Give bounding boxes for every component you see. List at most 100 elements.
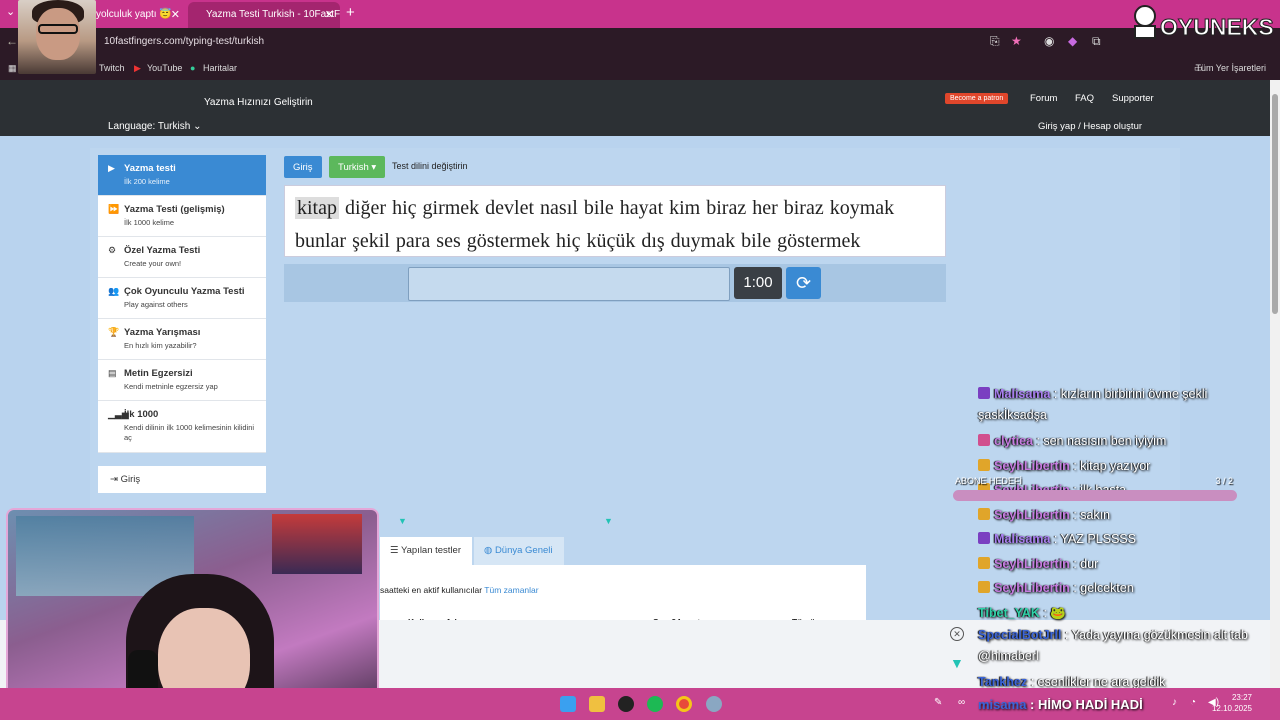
sidebar-item-multiplayer[interactable]: 👥 Çok Oyunculu Yazma Testi Play against … (98, 278, 266, 319)
patron-button[interactable]: Become a patron (945, 93, 1009, 104)
filter-icon: ▼ (398, 516, 407, 526)
scrollbar-thumb[interactable] (1272, 94, 1278, 314)
tab-tests-taken[interactable]: ☰ Yapılan testler (380, 537, 472, 565)
extension-icon[interactable]: ◉ (1044, 34, 1054, 48)
all-bookmarks[interactable]: Tüm Yer İşaretleri (1195, 63, 1266, 73)
apps-grid-icon[interactable]: ▦ (8, 63, 17, 74)
chat-username: SpecialBotJrll (978, 628, 1062, 642)
sidebar-login[interactable]: ⇥ Giriş (98, 466, 266, 493)
chat-text: : gelcekten (1069, 581, 1134, 595)
goal-progress-bar (953, 490, 1237, 501)
chat-username: Tankhez (978, 675, 1028, 689)
tab-list-button[interactable]: ⌄ (6, 5, 15, 18)
chat-message: SeyhLibertin : kitap yazıyor (978, 454, 1248, 479)
mascot-icon (1134, 5, 1156, 39)
sidebar-item-title: İlk 1000 (124, 409, 159, 420)
nav-forum[interactable]: Forum (1030, 93, 1057, 104)
settings-icon[interactable] (706, 696, 722, 712)
sidebar-item-typing-test[interactable]: ▶ Yazma testi İlk 200 kelime (98, 155, 266, 196)
spotify-icon[interactable] (647, 696, 663, 712)
sidebar-item-text-practice[interactable]: ▤ Metin Egzersizi Kendi metninle egzersi… (98, 360, 266, 401)
play-icon: ▶ (108, 163, 115, 173)
sidebar-item-subtitle: Create your own! (124, 259, 182, 268)
globe-icon: ◍ (484, 545, 495, 556)
stream-chat: Malisama : kızların birbirini övme şekli… (978, 384, 1248, 695)
trophy-icon: 🏆 (108, 327, 120, 337)
tab-worldwide[interactable]: ◍ Dünya Geneli (474, 537, 564, 565)
sidebar-item-advanced-test[interactable]: ⏩ Yazma Testi (gelişmiş) İlk 1000 kelime (98, 196, 266, 237)
nav-faq[interactable]: FAQ (1075, 93, 1094, 104)
reload-icon[interactable]: ⟳ (786, 267, 821, 299)
sidebar-item-subtitle: Kendi dilinin ilk 1000 kelimesinin kilid… (124, 423, 255, 442)
microphone-icon[interactable]: ♪ (1172, 697, 1177, 708)
chat-badge-icon (978, 581, 990, 593)
nav-supporter[interactable]: Supporter (1112, 93, 1154, 104)
chrome-icon[interactable] (676, 696, 692, 712)
chat-message: SeyhLibertin : dur (978, 552, 1248, 577)
page-scrollbar[interactable] (1270, 80, 1280, 688)
chat-message: clytiea : sen nasısın ben iyiyim (978, 429, 1248, 454)
map-pin-icon: ● (190, 63, 196, 73)
sidebar-menu: ▶ Yazma testi İlk 200 kelime ⏩ Yazma Tes… (98, 155, 266, 453)
tab-label: Yapılan testler (400, 545, 462, 556)
translate-icon[interactable]: ⎘ (990, 34, 1000, 49)
goal-progress-fill (956, 493, 1234, 498)
chat-text: : kitap yazıyor (1069, 458, 1151, 473)
obs-icon[interactable] (618, 696, 634, 712)
bookmark-star-icon[interactable]: ★ (1011, 34, 1022, 48)
close-icon[interactable]: ✕ (950, 627, 964, 641)
browser-tab-typing-test[interactable]: Yazma Testi Turkish - 10FastFing ✕ (188, 2, 340, 28)
file-explorer-icon[interactable] (589, 696, 605, 712)
clock-date: 12.10.2025 (1211, 704, 1252, 713)
language-dropdown-button[interactable]: Turkish ▾ (329, 156, 386, 178)
sidebar-item-title: Özel Yazma Testi (124, 245, 201, 256)
chat-username: SeyhLibertin (994, 581, 1070, 595)
tab-close-icon[interactable]: ✕ (171, 8, 180, 21)
chat-text: : esenlikler ne ara geldik (1027, 675, 1166, 689)
extension-icon[interactable]: ◆ (1068, 34, 1077, 48)
browser-tab-stream[interactable]: yolculuk yaptı 😇 ✕ (88, 2, 186, 28)
clock-time: 23:27 (1231, 693, 1252, 702)
puzzle-icon[interactable]: ⧉ (1092, 34, 1101, 49)
tab-label: Dünya Geneli (494, 545, 553, 556)
chat-badge-icon (978, 507, 990, 520)
site-title[interactable]: Yazma Hızınızı Geliştirin (204, 97, 313, 108)
link-icon[interactable]: ∞ (958, 697, 965, 708)
system-clock[interactable]: 23:27 12.10.2025 (1212, 692, 1252, 714)
tab-close-icon[interactable]: ✕ (325, 8, 334, 21)
language-selector[interactable]: Language: Turkish ⌄ (108, 121, 201, 132)
sidebar-item-custom-test[interactable]: ⚙ Özel Yazma Testi Create your own! (98, 237, 266, 278)
sidebar-item-top-1000[interactable]: ▁▃▅ İlk 1000 Kendi dilinin ilk 1000 keli… (98, 401, 266, 453)
typing-input[interactable] (408, 267, 730, 301)
chat-username: Malisama (994, 532, 1051, 546)
chat-text: : sen nasısın ben iyiyim (1032, 434, 1167, 448)
goal-label: ABONE HEDEFİ (955, 476, 1023, 486)
network-icon[interactable]: ◔ (1190, 697, 1196, 708)
active-users-text: saatteki en aktif kullanıcılar (380, 585, 483, 595)
windows-start-icon[interactable] (560, 696, 576, 712)
bookmark-youtube[interactable]: YouTube (147, 63, 182, 73)
sidebar-item-competition[interactable]: 🏆 Yazma Yarışması En hızlı kim yazabilir… (98, 319, 266, 360)
chat-message: SeyhLibertin : sakın (978, 503, 1248, 528)
chat-text: : sakın (1069, 507, 1111, 522)
bookmark-twitch[interactable]: Twitch (99, 63, 125, 73)
words-line-1: diğer hiç girmek devlet nasıl bile hayat… (345, 197, 895, 219)
marquee-user: misama (978, 697, 1027, 712)
all-time-link[interactable]: Tüm zamanlar (484, 585, 538, 595)
input-row: 1:00 ⟳ (284, 264, 946, 302)
pen-icon[interactable]: ✎ (934, 697, 942, 708)
chat-text: : dur (1069, 556, 1099, 571)
login-button[interactable]: Giriş (284, 156, 322, 178)
chat-text: : 🐸 (1039, 605, 1066, 620)
chat-badge-icon (978, 458, 990, 471)
url-field[interactable]: 10fastfingers.com/typing-test/turkish (104, 36, 264, 47)
login-register-link[interactable]: Giriş yap / Hesap oluştur (1038, 121, 1142, 132)
chat-marquee: misama : HİMO HADİ HADİ (978, 697, 1143, 712)
new-tab-button[interactable]: + (346, 4, 355, 21)
wall-poster (272, 514, 362, 574)
chat-username: Malisama (994, 387, 1051, 401)
bookmark-maps[interactable]: Haritalar (203, 63, 237, 73)
oyuneks-logo: OYUNEKS (1130, 2, 1278, 48)
back-arrow-icon[interactable]: ← (6, 34, 18, 48)
chevron-down-icon: ⌄ (193, 121, 202, 132)
